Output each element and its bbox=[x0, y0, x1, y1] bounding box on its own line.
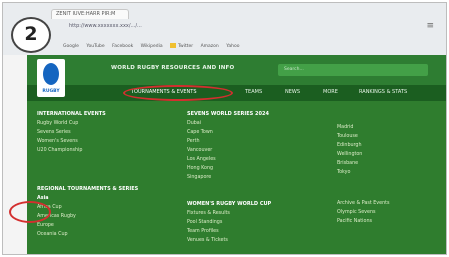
menu-link[interactable]: Singapore bbox=[187, 175, 269, 180]
menu-link[interactable]: Women's Sevens bbox=[37, 139, 106, 144]
menu-link[interactable]: Europe bbox=[37, 223, 138, 228]
menu-link[interactable]: U20 Championship bbox=[37, 148, 106, 153]
menu-link[interactable]: Sevens Series bbox=[37, 130, 106, 135]
bookmark-item[interactable]: Yahoo bbox=[226, 44, 239, 49]
bookmark-item[interactable]: Amazon bbox=[201, 44, 219, 49]
nav-item-rankings[interactable]: RANKINGS & STATS bbox=[359, 89, 407, 95]
menu-heading: SEVENS WORLD SERIES 2024 bbox=[187, 111, 269, 117]
menu-heading: REGIONAL TOURNAMENTS & SERIES bbox=[37, 186, 139, 192]
menu-link[interactable]: Pool Standings bbox=[187, 220, 271, 225]
site-logo[interactable]: RUGBY bbox=[37, 59, 65, 97]
bookmarks-bar: Google YouTube Facebook Wikipedia Twitte… bbox=[63, 43, 436, 51]
menu-link[interactable]: Americas Rugby bbox=[37, 214, 138, 219]
menu-link[interactable]: Wellington bbox=[337, 152, 362, 157]
menu-link[interactable]: Venues & Tickets bbox=[187, 238, 271, 243]
browser-tab[interactable]: ZENIT IUVE:HARR PIR:M bbox=[51, 9, 129, 19]
bookmark-item[interactable]: Wikipedia bbox=[141, 44, 163, 49]
menu-icon[interactable]: ≡ bbox=[426, 21, 434, 31]
menu-heading: WOMEN'S RUGBY WORLD CUP bbox=[187, 201, 272, 207]
main-navbar: TOURNAMENTS & EVENTS TEAMS NEWS MORE RAN… bbox=[27, 85, 446, 101]
annotation-oval-nav bbox=[123, 85, 233, 101]
website: WORLD RUGBY RESOURCES AND INFO Search...… bbox=[27, 55, 446, 254]
menu-link[interactable]: Hong Kong bbox=[187, 166, 269, 171]
nav-item-more[interactable]: MORE bbox=[323, 89, 338, 95]
bookmark-item[interactable]: Twitter bbox=[170, 43, 193, 49]
menu-heading: INTERNATIONAL EVENTS bbox=[37, 111, 106, 117]
menu-link[interactable]: Africa Cup bbox=[37, 205, 138, 210]
menu-column-international: INTERNATIONAL EVENTS Rugby World Cup Sev… bbox=[37, 111, 106, 157]
site-header: WORLD RUGBY RESOURCES AND INFO Search... bbox=[27, 55, 446, 85]
bookmark-item[interactable]: Facebook bbox=[112, 44, 133, 49]
menu-column-archive: Archive & Past Events Olympic Sevens Pac… bbox=[337, 201, 390, 228]
menu-link[interactable]: Fixtures & Results bbox=[187, 211, 271, 216]
folder-icon bbox=[170, 43, 177, 48]
tab-bar: ZENIT IUVE:HARR PIR:M bbox=[51, 9, 438, 19]
address-bar[interactable]: http://www.xxxxxxx.xxx/.../... bbox=[69, 23, 229, 31]
menu-link[interactable]: Toulouse bbox=[337, 134, 362, 139]
menu-link[interactable]: Perth bbox=[187, 139, 269, 144]
menu-column-sevens: SEVENS WORLD SERIES 2024 Dubai Cape Town… bbox=[187, 111, 269, 184]
menu-link[interactable]: Pacific Nations bbox=[337, 219, 390, 224]
menu-link[interactable]: Oceania Cup bbox=[37, 232, 138, 237]
search-input[interactable]: Search... bbox=[278, 64, 428, 76]
logo-text: RUGBY bbox=[42, 89, 60, 94]
annotation-oval-link bbox=[9, 201, 51, 223]
menu-link[interactable]: Archive & Past Events bbox=[337, 201, 390, 206]
menu-column-womens: WOMEN'S RUGBY WORLD CUP Fixtures & Resul… bbox=[187, 201, 271, 247]
menu-link[interactable]: Edinburgh bbox=[337, 143, 362, 148]
menu-link[interactable]: Cape Town bbox=[187, 130, 269, 135]
menu-link[interactable]: Rugby World Cup bbox=[37, 121, 106, 126]
browser-chrome: ZENIT IUVE:HARR PIR:M http://www.xxxxxxx… bbox=[3, 3, 446, 55]
menu-link[interactable]: Tokyo bbox=[337, 170, 362, 175]
menu-column-cities: Madrid Toulouse Edinburgh Wellington Bri… bbox=[337, 125, 362, 179]
bookmark-item[interactable]: Google bbox=[63, 44, 79, 49]
menu-link[interactable]: Madrid bbox=[337, 125, 362, 130]
screenshot-frame: ZENIT IUVE:HARR PIR:M http://www.xxxxxxx… bbox=[2, 2, 447, 255]
menu-link[interactable]: Vancouver bbox=[187, 148, 269, 153]
nav-item-news[interactable]: NEWS bbox=[285, 89, 300, 95]
menu-link[interactable]: Brisbane bbox=[337, 161, 362, 166]
menu-link[interactable]: Dubai bbox=[187, 121, 269, 126]
rugby-ball-icon bbox=[43, 63, 59, 85]
menu-link[interactable]: Olympic Sevens bbox=[337, 210, 390, 215]
menu-link[interactable]: Los Angeles bbox=[187, 157, 269, 162]
nav-item-teams[interactable]: TEAMS bbox=[245, 89, 262, 95]
bookmark-item[interactable]: YouTube bbox=[86, 44, 104, 49]
site-title: WORLD RUGBY RESOURCES AND INFO bbox=[111, 65, 235, 71]
search-placeholder: Search... bbox=[284, 67, 304, 72]
mega-menu: INTERNATIONAL EVENTS Rugby World Cup Sev… bbox=[27, 101, 446, 254]
menu-link-asia[interactable]: Asia bbox=[37, 196, 138, 201]
menu-column-regional: REGIONAL TOURNAMENTS & SERIES Asia Afric… bbox=[37, 186, 138, 241]
step-number-badge: 2 bbox=[11, 17, 51, 53]
menu-link[interactable]: Team Profiles bbox=[187, 229, 271, 234]
